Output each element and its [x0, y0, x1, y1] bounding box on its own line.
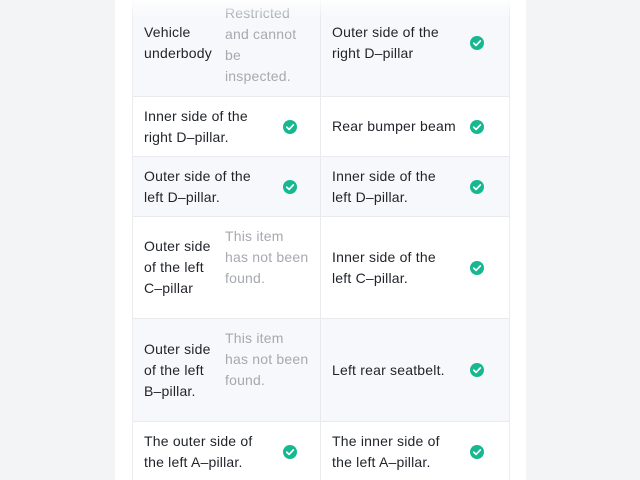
table-row: Outer side of the left C–pillar This ite…: [133, 217, 509, 319]
check-circle-icon: [470, 179, 484, 194]
table-cell-outer-left-a-pillar: The outer side of the left A–pillar.: [133, 422, 320, 480]
table-cell-rear-bumper-beam: Rear bumper beam: [320, 97, 507, 156]
item-label: The outer side of the left A–pillar.: [144, 432, 253, 470]
check-circle-icon: [283, 119, 297, 134]
item-label: Vehicle underbody: [144, 24, 212, 61]
item-label: Inner side of the left C–pillar.: [332, 248, 436, 286]
check-circle-icon: [470, 363, 484, 377]
item-label: Outer side of the left C–pillar: [144, 238, 211, 296]
inspection-card: Vehicle underbody Restricted and cannot …: [115, 0, 526, 480]
item-note: Restricted and cannot be inspected.: [225, 5, 297, 84]
table-row: Outer side of the left B–pillar. This it…: [133, 319, 509, 422]
item-note: This item has not been found.: [225, 330, 309, 388]
check-circle-icon: [283, 444, 297, 459]
item-note: This item has not been found.: [225, 228, 309, 286]
check-circle-icon: [470, 260, 484, 275]
table-cell-inner-left-a-pillar: The inner side of the left A–pillar.: [320, 422, 507, 480]
check-circle-icon: [470, 119, 484, 134]
table-cell-inner-left-c-pillar: Inner side of the left C–pillar.: [320, 217, 507, 318]
table-cell-left-rear-seatbelt: Left rear seatbelt.: [320, 319, 507, 421]
check-circle-icon: [470, 444, 484, 459]
item-label: Inner side of the right D–pillar.: [144, 107, 248, 145]
table-row: Vehicle underbody Restricted and cannot …: [133, 0, 509, 97]
table-cell-outer-left-c-pillar: Outer side of the left C–pillar This ite…: [133, 217, 320, 318]
table-row: Inner side of the right D–pillar. Rear b…: [133, 97, 509, 157]
table-row: The outer side of the left A–pillar. The…: [133, 422, 509, 480]
item-label: Outer side of the left D–pillar.: [144, 167, 251, 205]
item-label: Outer side of the right D–pillar: [332, 24, 439, 61]
check-circle-icon: [470, 36, 484, 50]
table-cell-inner-right-d-pillar: Inner side of the right D–pillar.: [133, 97, 320, 156]
table-cell-inner-left-d-pillar: Inner side of the left D–pillar.: [320, 157, 507, 216]
item-label: Outer side of the left B–pillar.: [144, 340, 211, 399]
table-cell-outer-left-b-pillar: Outer side of the left B–pillar. This it…: [133, 319, 320, 421]
table-row: Outer side of the left D–pillar. Inner s…: [133, 157, 509, 217]
table-cell-vehicle-underbody: Vehicle underbody Restricted and cannot …: [133, 0, 320, 96]
item-label: Inner side of the left D–pillar.: [332, 167, 436, 205]
table-cell-outer-right-d-pillar: Outer side of the right D–pillar: [320, 0, 507, 96]
item-label: The inner side of the left A–pillar.: [332, 432, 440, 470]
inspection-table: Vehicle underbody Restricted and cannot …: [132, 0, 510, 480]
table-cell-outer-left-d-pillar: Outer side of the left D–pillar.: [133, 157, 320, 216]
item-label: Left rear seatbelt.: [332, 361, 445, 378]
item-label: Rear bumper beam: [332, 118, 456, 134]
check-circle-icon: [283, 179, 297, 194]
